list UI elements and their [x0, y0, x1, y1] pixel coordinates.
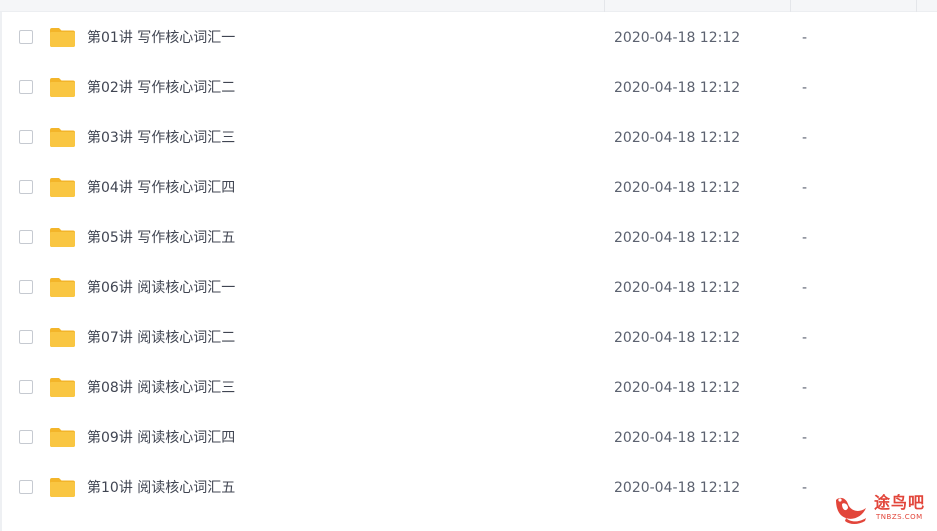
column-header-bar [0, 0, 937, 12]
row-checkbox[interactable] [19, 430, 33, 444]
row-checkbox[interactable] [19, 30, 33, 44]
modified-time: 2020-04-18 12:12 [614, 30, 741, 46]
file-name[interactable]: 第10讲 阅读核心词汇五 [87, 478, 235, 498]
file-size: - [802, 430, 808, 446]
file-row[interactable]: 第06讲 阅读核心词汇一 2020-04-18 12:12 - [0, 263, 937, 313]
row-checkbox[interactable] [19, 480, 33, 494]
column-divider[interactable] [790, 0, 791, 12]
modified-time: 2020-04-18 12:12 [614, 480, 741, 496]
file-size: - [802, 230, 808, 246]
row-checkbox[interactable] [19, 230, 33, 244]
file-row[interactable]: 第09讲 阅读核心词汇四 2020-04-18 12:12 - [0, 413, 937, 463]
row-checkbox[interactable] [19, 130, 33, 144]
column-divider[interactable] [916, 0, 917, 12]
folder-icon [50, 128, 75, 147]
file-name[interactable]: 第06讲 阅读核心词汇一 [87, 278, 235, 298]
folder-icon [50, 278, 75, 297]
folder-icon [50, 28, 75, 47]
file-name[interactable]: 第02讲 写作核心词汇二 [87, 78, 235, 98]
bird-logo-icon [836, 497, 866, 524]
folder-icon [50, 228, 75, 247]
file-name[interactable]: 第03讲 写作核心词汇三 [87, 128, 235, 148]
file-size: - [802, 80, 808, 96]
file-size: - [802, 30, 808, 46]
file-row[interactable]: 第10讲 阅读核心词汇五 2020-04-18 12:12 - [0, 463, 937, 513]
folder-icon [50, 178, 75, 197]
folder-icon [50, 478, 75, 497]
watermark-logo: 途鸟吧 TNBZS.COM [832, 492, 932, 526]
file-row[interactable]: 第04讲 写作核心词汇四 2020-04-18 12:12 - [0, 163, 937, 213]
file-size: - [802, 280, 808, 296]
row-checkbox[interactable] [19, 80, 33, 94]
file-size: - [802, 380, 808, 396]
file-row[interactable]: 第08讲 阅读核心词汇三 2020-04-18 12:12 - [0, 363, 937, 413]
modified-time: 2020-04-18 12:12 [614, 180, 741, 196]
folder-icon [50, 328, 75, 347]
file-list: 第01讲 写作核心词汇一 2020-04-18 12:12- 第02讲 写作核心词汇… [0, 13, 937, 513]
row-checkbox[interactable] [19, 180, 33, 194]
column-divider[interactable] [604, 0, 605, 12]
file-list-window: 第01讲 写作核心词汇一 2020-04-18 12:12- 第02讲 写作核心词汇… [0, 0, 937, 531]
file-name[interactable]: 第07讲 阅读核心词汇二 [87, 328, 235, 348]
row-checkbox[interactable] [19, 280, 33, 294]
file-size: - [802, 180, 808, 196]
folder-icon [50, 78, 75, 97]
file-row[interactable]: 第02讲 写作核心词汇二 2020-04-18 12:12 - [0, 63, 937, 113]
file-name[interactable]: 第05讲 写作核心词汇五 [87, 228, 235, 248]
modified-time: 2020-04-18 12:12 [614, 80, 741, 96]
file-row[interactable]: 第03讲 写作核心词汇三 2020-04-18 12:12 - [0, 113, 937, 163]
file-name[interactable]: 第09讲 阅读核心词汇四 [87, 428, 235, 448]
file-name[interactable]: 第01讲 写作核心词汇一 [87, 28, 235, 48]
file-size: - [802, 130, 808, 146]
folder-icon [50, 378, 75, 397]
modified-time: 2020-04-18 12:12 [614, 330, 741, 346]
file-row[interactable]: 第01讲 写作核心词汇一 2020-04-18 12:12 - [0, 13, 937, 63]
file-row[interactable]: 第07讲 阅读核心词汇二 2020-04-18 12:12 - [0, 313, 937, 363]
file-size: - [802, 330, 808, 346]
modified-time: 2020-04-18 12:12 [614, 380, 741, 396]
file-row[interactable]: 第05讲 写作核心词汇五 2020-04-18 12:12 - [0, 213, 937, 263]
file-name[interactable]: 第08讲 阅读核心词汇三 [87, 378, 235, 398]
watermark-subtext: TNBZS.COM [876, 513, 923, 521]
row-checkbox[interactable] [19, 380, 33, 394]
modified-time: 2020-04-18 12:12 [614, 230, 741, 246]
watermark-text: 途鸟吧 [874, 493, 926, 512]
file-size: - [802, 480, 808, 496]
modified-time: 2020-04-18 12:12 [614, 430, 741, 446]
file-name[interactable]: 第04讲 写作核心词汇四 [87, 178, 235, 198]
folder-icon [50, 428, 75, 447]
row-checkbox[interactable] [19, 330, 33, 344]
modified-time: 2020-04-18 12:12 [614, 280, 741, 296]
modified-time: 2020-04-18 12:12 [614, 130, 741, 146]
